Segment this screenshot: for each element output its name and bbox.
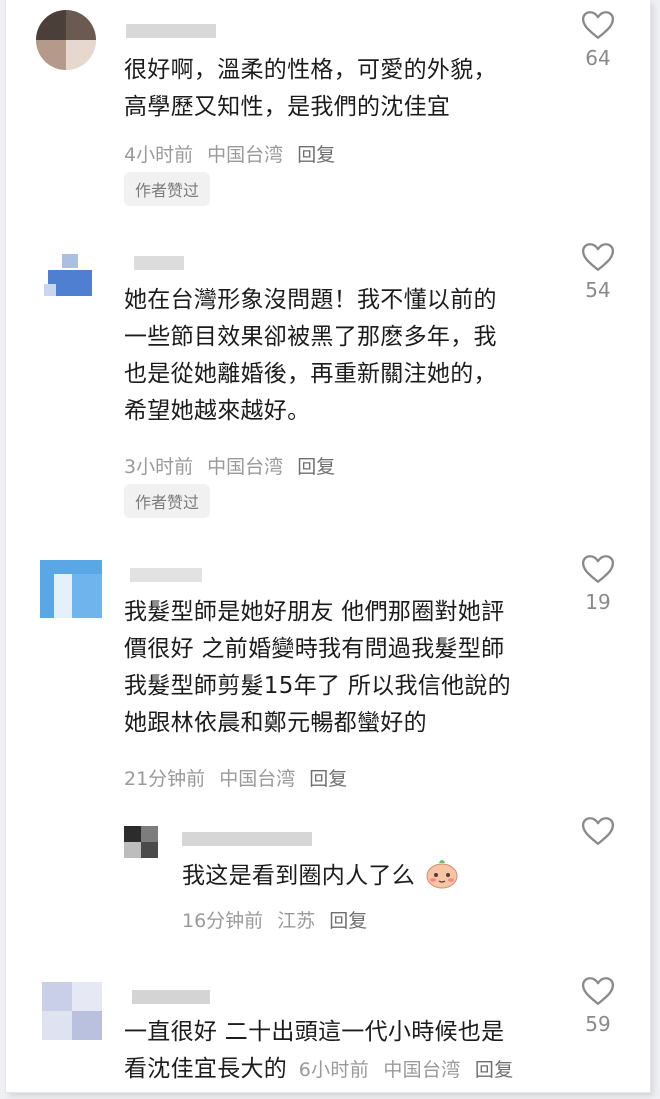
heart-outline-icon — [581, 11, 615, 39]
comment-line: 看沈佳宜長大的 — [124, 1056, 288, 1082]
like-button[interactable]: 64 — [576, 10, 620, 70]
heart-outline-icon — [581, 977, 615, 1005]
comment-location: 中国台湾 — [207, 144, 284, 166]
author-liked-badge: 作者赞过 — [124, 484, 211, 518]
comment-time: 16分钟前 — [182, 910, 264, 932]
comment-text: 我这是看到圈内人了么 — [182, 857, 459, 895]
comment-meta: 21分钟前 中国台湾 回复 — [124, 764, 355, 791]
comment-meta: 3小时前 中国台湾 回复 — [124, 452, 343, 479]
avatar[interactable] — [124, 826, 158, 858]
comment-text: 她在台灣形象沒問題！我不懂以前的 一些節目效果卻被黑了那麽多年，我 也是從她離婚… — [124, 282, 497, 430]
comment-time: 6小时前 — [298, 1059, 370, 1081]
heart-outline-icon — [581, 817, 615, 845]
heart-outline-icon — [581, 243, 615, 271]
comment-line: 價很好 之前婚變時我有問過我髮型師 — [124, 636, 505, 662]
comment-line: 她在台灣形象沒問題！我不懂以前的 — [124, 287, 497, 313]
comment-line: 一些節目效果卻被黑了那麽多年，我 — [124, 324, 497, 350]
avatar[interactable] — [40, 560, 102, 618]
username-blurred[interactable] — [126, 24, 216, 38]
reply-button[interactable]: 回复 — [297, 144, 335, 166]
author-liked-badge: 作者赞过 — [124, 172, 211, 206]
reply-button[interactable]: 回复 — [309, 768, 347, 790]
comment-list: 很好啊，溫柔的性格，可愛的外貌， 高學歷又知性，是我們的沈佳宜 4小时前 中国台… — [6, 0, 650, 1092]
like-count: 54 — [585, 278, 611, 302]
username-blurred[interactable] — [130, 568, 202, 582]
comment-line: 也是從她離婚後，再重新關注她的， — [124, 361, 497, 387]
comment-location: 中国台湾 — [383, 1059, 461, 1081]
comment-line: 我这是看到圈内人了么 — [182, 863, 415, 889]
shy-face-emoji-icon — [426, 860, 458, 889]
comment-line: 高學歷又知性，是我們的沈佳宜 — [124, 94, 451, 120]
comment-text: 我髮型師是她好朋友 他們那圈對她評 價很好 之前婚變時我有問過我髮型師 我髮型師… — [124, 594, 511, 742]
like-count: 64 — [585, 46, 611, 70]
like-button[interactable]: 19 — [576, 554, 620, 614]
comment-line: 一直很好 二十出頭這一代小時候也是 — [124, 1019, 505, 1045]
comment-text: 很好啊，溫柔的性格，可愛的外貌， 高學歷又知性，是我們的沈佳宜 — [124, 52, 497, 126]
comment-time: 4小时前 — [124, 144, 194, 166]
comment-location: 中国台湾 — [207, 456, 284, 478]
comment-time: 3小时前 — [124, 456, 194, 478]
comment-location: 江苏 — [277, 910, 316, 932]
comment-line: 希望她越來越好。 — [124, 398, 311, 424]
comment-meta: 16分钟前 江苏 回复 — [182, 906, 375, 933]
heart-outline-icon — [581, 555, 615, 583]
like-button[interactable]: 59 — [576, 976, 620, 1036]
comment-line: 她跟林依晨和鄭元暢都蠻好的 — [124, 710, 427, 736]
comment-line: 我髮型師是她好朋友 他們那圈對她評 — [124, 599, 505, 625]
comment-meta: 4小时前 中国台湾 回复 — [124, 140, 343, 167]
comment-meta: 6小时前 中国台湾 回复 — [299, 1059, 522, 1081]
reply-button[interactable]: 回复 — [475, 1059, 514, 1081]
comment-location: 中国台湾 — [219, 768, 296, 790]
username-blurred[interactable] — [132, 990, 210, 1004]
like-count: 59 — [585, 1012, 611, 1036]
comment-line: 很好啊，溫柔的性格，可愛的外貌， — [124, 57, 497, 83]
avatar[interactable] — [42, 982, 102, 1040]
reply-button[interactable]: 回复 — [297, 456, 335, 478]
like-button[interactable] — [576, 816, 620, 846]
like-button[interactable]: 54 — [576, 242, 620, 302]
comment-time: 21分钟前 — [124, 768, 206, 790]
avatar[interactable] — [36, 10, 96, 70]
comment-line: 我髮型師剪髮15年了 所以我信他說的 — [124, 673, 511, 699]
username-blurred[interactable] — [134, 256, 184, 270]
avatar[interactable] — [44, 254, 94, 304]
comment-text: 一直很好 二十出頭這一代小時候也是 看沈佳宜長大的 6小时前 中国台湾 回复 — [124, 1014, 522, 1089]
reply-button[interactable]: 回复 — [329, 910, 367, 932]
like-count: 19 — [585, 590, 611, 614]
username-blurred[interactable] — [182, 832, 312, 846]
